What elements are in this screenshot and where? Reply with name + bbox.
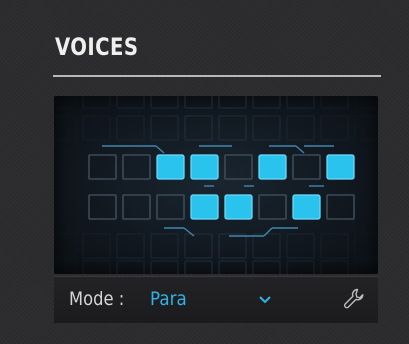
- voice-slot-row1-idle: [224, 154, 253, 180]
- ghost-cell: [54, 260, 77, 274]
- voice-link: [155, 145, 165, 154]
- ghost-cell: [184, 260, 213, 274]
- ghost-cell: [252, 260, 281, 274]
- ghost-cell: [54, 96, 77, 109]
- mode-value: Para: [150, 288, 187, 310]
- ghost-cell: [116, 115, 145, 141]
- ghost-cell: [184, 115, 213, 141]
- ghost-cell: [354, 115, 378, 141]
- voice-grid: [54, 96, 378, 274]
- ghost-cell: [252, 233, 281, 259]
- voice-slot-row2-active: [224, 194, 253, 220]
- voice-link: [295, 145, 305, 154]
- voice-link: [263, 227, 273, 237]
- voice-display: [54, 96, 378, 274]
- voice-slot-row1-active: [156, 154, 185, 180]
- ghost-cell: [320, 233, 349, 259]
- voice-slot-row1-active: [190, 154, 219, 180]
- ghost-cell: [116, 96, 145, 109]
- ghost-cell: [218, 260, 247, 274]
- ghost-cell: [82, 260, 111, 274]
- ghost-cell: [82, 233, 111, 259]
- mode-dropdown[interactable]: Para: [146, 281, 286, 319]
- ghost-cell: [320, 96, 349, 109]
- voice-slot-row1-active: [326, 154, 355, 180]
- voice-slot-row1-idle: [88, 154, 117, 180]
- ghost-cell: [286, 115, 315, 141]
- ghost-cell: [354, 233, 378, 259]
- chevron-down-icon: [259, 296, 271, 304]
- ghost-cell: [150, 260, 179, 274]
- wrench-icon[interactable]: [342, 287, 366, 311]
- ghost-cell: [116, 260, 145, 274]
- ghost-cell: [286, 233, 315, 259]
- ghost-cell: [252, 115, 281, 141]
- mode-bar: Mode : Para: [54, 276, 378, 323]
- ghost-cell: [150, 233, 179, 259]
- ghost-cell: [354, 260, 378, 274]
- ghost-cell: [54, 233, 77, 259]
- ghost-cell: [320, 115, 349, 141]
- voice-slot-row2-idle: [326, 194, 355, 220]
- ghost-cell: [82, 115, 111, 141]
- ghost-cell: [150, 96, 179, 109]
- voice-slot-row2-idle: [156, 194, 185, 220]
- voice-slot-row2-idle: [88, 194, 117, 220]
- voice-slot-row2-active: [190, 194, 219, 220]
- ghost-cell: [218, 233, 247, 259]
- section-title: VOICES: [55, 33, 139, 61]
- ghost-cell: [286, 96, 315, 109]
- ghost-cell: [320, 260, 349, 274]
- ghost-cell: [150, 115, 179, 141]
- ghost-cell: [218, 115, 247, 141]
- title-divider: [53, 75, 381, 77]
- ghost-cell: [218, 96, 247, 109]
- ghost-cell: [286, 260, 315, 274]
- voice-slot-row1-active: [258, 154, 287, 180]
- voice-slot-row2-active: [292, 194, 321, 220]
- voice-slot-row2-idle: [258, 194, 287, 220]
- ghost-cell: [184, 233, 213, 259]
- ghost-cell: [184, 96, 213, 109]
- voice-slot-row1-idle: [122, 154, 151, 180]
- ghost-cell: [54, 115, 77, 141]
- voice-slot-row2-idle: [122, 194, 151, 220]
- ghost-cell: [252, 96, 281, 109]
- mode-label: Mode :: [69, 288, 125, 310]
- ghost-cell: [82, 96, 111, 109]
- voice-slot-row1-idle: [292, 154, 321, 180]
- ghost-cell: [116, 233, 145, 259]
- ghost-cell: [354, 96, 378, 109]
